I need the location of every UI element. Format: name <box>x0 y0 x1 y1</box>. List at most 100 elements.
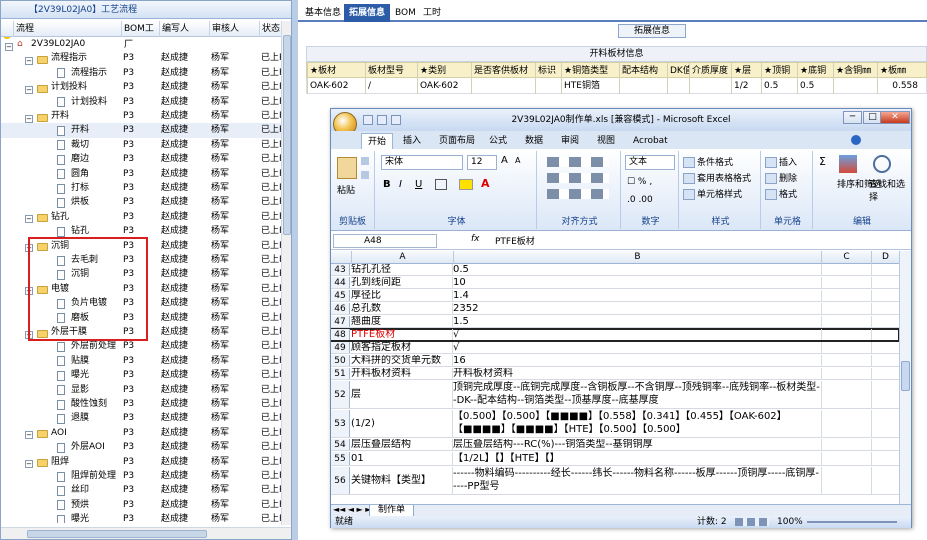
cell-a[interactable]: 孔到线间距 <box>351 277 451 289</box>
tree-row[interactable]: 流程指示 P3 赵成捷 杨军 已上R <box>1 66 282 80</box>
scroll-thumb[interactable] <box>27 530 207 538</box>
cell-a[interactable]: 开料板材资料 <box>351 368 451 380</box>
redo-icon[interactable] <box>391 115 401 125</box>
tree-row[interactable]: −钻孔P3赵成捷杨军已上R <box>1 210 282 224</box>
find-select-button[interactable]: 查找和选择 <box>869 177 909 203</box>
tree-row[interactable]: −AOIP3赵成捷杨军已上R <box>1 426 282 440</box>
ribbon-tab-data[interactable]: 数据 <box>519 133 549 149</box>
scroll-thumb[interactable] <box>283 35 291 235</box>
grid-header-cell[interactable]: ★铜箔类型 <box>561 63 619 79</box>
row-number[interactable]: 50 <box>331 355 350 366</box>
help-icon[interactable] <box>851 135 861 145</box>
minimize-button[interactable]: ─ <box>843 111 862 124</box>
tree-row[interactable]: 退膜 P3 赵成捷 杨军 已上R <box>1 411 282 425</box>
col-status[interactable]: 状态 <box>259 21 282 37</box>
row-number[interactable]: 43 <box>331 264 350 275</box>
cell-a[interactable]: PTFE板材 <box>351 329 451 341</box>
grid-cell[interactable]: 0.5 <box>761 78 797 94</box>
cell-a[interactable]: 总孔数 <box>351 303 451 315</box>
row-number[interactable]: 47 <box>331 316 350 327</box>
tree-row[interactable]: 外层AOI P3 赵成捷 杨军 已上R <box>1 440 282 454</box>
font-size-select[interactable]: 12 <box>467 155 497 170</box>
grid-cell[interactable]: HTE铜箔 <box>561 78 619 94</box>
tab-extended-info[interactable]: 拓展信息 <box>344 4 391 22</box>
tree-row[interactable]: 贴膜 P3 赵成捷 杨军 已上R <box>1 354 282 368</box>
cell-b[interactable]: √ <box>453 329 821 341</box>
italic-icon[interactable]: I <box>399 179 402 190</box>
col-author[interactable]: 编写人 <box>159 21 209 37</box>
row-number[interactable]: 54 <box>331 439 350 450</box>
paste-icon[interactable] <box>337 157 357 179</box>
cell-a[interactable]: 关键物料【类型】 <box>351 467 451 495</box>
sheet-row[interactable]: 56 关键物料【类型】 ------物料编码----------经长------纬长… <box>331 467 899 495</box>
sheet-row[interactable]: 52 层顶铜完成厚度--底铜完成厚度--含铜板厚--不含铜厚--顶残铜率--底残铜… <box>331 381 899 409</box>
col-reviewer[interactable]: 审核人 <box>209 21 259 37</box>
tree-row[interactable]: −计划投料P3赵成捷杨军已上R <box>1 80 282 94</box>
align-left-icon[interactable] <box>547 173 609 183</box>
tree-row[interactable]: 阻焊前处理 P3 赵成捷 杨军 已上R <box>1 469 282 483</box>
sheet-row[interactable]: 45 厚径比 1.4 <box>331 290 899 302</box>
sheet-row[interactable]: 46 总孔数 2352 <box>331 303 899 315</box>
column-header-d[interactable]: D <box>871 251 899 264</box>
font-name-select[interactable]: 宋体 <box>381 155 463 170</box>
ribbon-tab-review[interactable]: 审阅 <box>555 133 585 149</box>
grid-header-cell[interactable]: ★板材 <box>307 63 365 79</box>
col-bom[interactable]: BOM工厂 <box>121 21 159 50</box>
tree-horizontal-scrollbar[interactable] <box>1 527 291 539</box>
ribbon-tab-page-layout[interactable]: 页面布局 <box>433 133 481 149</box>
find-icon[interactable] <box>873 155 891 173</box>
tree-row[interactable]: 计划投料 P3 赵成捷 杨军 已上R <box>1 95 282 109</box>
cell-a[interactable]: 大料拼的交货单元数 <box>351 355 451 367</box>
sheet-grid[interactable]: 43 钻孔孔径 0.5 44 孔到线间距 10 45 厚径比 1.4 46 总孔数 2352 47 翘曲度… <box>331 264 899 504</box>
cell-a[interactable]: 顾客指定板材 <box>351 342 451 354</box>
ribbon-tab-view[interactable]: 视图 <box>591 133 621 149</box>
conditional-format-button[interactable]: 条件格式 <box>683 155 733 168</box>
cell-a[interactable]: 01 <box>351 452 451 466</box>
autosum-icon[interactable]: Σ <box>819 155 826 168</box>
grid-cell[interactable] <box>619 78 667 94</box>
tree-row[interactable]: −流程指示P3赵成捷杨军已上R <box>1 51 282 65</box>
grid-header-cell[interactable]: ★板㎜ <box>877 63 918 79</box>
cell-style-button[interactable]: 单元格样式 <box>683 187 742 200</box>
tree-row[interactable]: 预烘 P3 赵成捷 杨军 已上R <box>1 498 282 512</box>
grid-cell[interactable] <box>471 78 535 94</box>
row-number[interactable]: 44 <box>331 277 350 288</box>
row-number[interactable]: 53 <box>331 410 350 437</box>
grid-header-cell[interactable]: 是否客供板材 <box>471 63 535 79</box>
row-number[interactable]: 48 <box>331 329 350 340</box>
cell-b[interactable]: 2352 <box>453 303 821 315</box>
table-format-button[interactable]: 套用表格格式 <box>683 171 751 184</box>
cell-b[interactable]: 1.5 <box>453 316 821 328</box>
tree-vertical-scrollbar[interactable] <box>281 21 291 525</box>
ribbon-tab-formulas[interactable]: 公式 <box>483 133 513 149</box>
sheet-row[interactable]: 48 PTFE板材 √ <box>331 328 899 342</box>
tree-row[interactable]: 圆角 P3 赵成捷 杨军 已上R <box>1 167 282 181</box>
paste-button[interactable]: 粘贴 <box>337 183 355 196</box>
sheet-row[interactable]: 44 孔到线间距 10 <box>331 277 899 289</box>
tree-row[interactable]: 丝印 P3 赵成捷 杨军 已上R <box>1 483 282 497</box>
grid-cell[interactable]: / <box>365 78 417 94</box>
grid-cell[interactable] <box>667 78 689 94</box>
cell-a[interactable]: 层 <box>351 381 451 409</box>
row-number[interactable]: 45 <box>331 290 350 301</box>
tree-row[interactable]: 显影 P3 赵成捷 杨军 已上R <box>1 383 282 397</box>
column-header-c[interactable]: C <box>821 251 871 264</box>
cell-b[interactable]: 开料板材资料 <box>453 368 821 380</box>
delete-cells-button[interactable]: 删除 <box>765 171 797 184</box>
cell-b[interactable]: 16 <box>453 355 821 367</box>
cell-b[interactable]: 【0.500】【0.500】【■■■■】【0.558】【0.341】【0.455… <box>453 410 821 436</box>
grid-header-cell[interactable]: ★底铜 <box>797 63 833 79</box>
tree-row[interactable]: 烘板 P3 赵成捷 杨军 已上R <box>1 195 282 209</box>
grid-cell[interactable]: 1/2 <box>731 78 761 94</box>
grid-cell[interactable]: OAK-602 <box>307 78 365 94</box>
format-cells-button[interactable]: 格式 <box>765 187 797 200</box>
cell-b[interactable]: 10 <box>453 277 821 289</box>
percent-icon[interactable]: ☐ % , <box>627 177 652 187</box>
col-process[interactable]: 流程 <box>13 21 121 37</box>
cell-b[interactable]: 顶铜完成厚度--底铜完成厚度--含铜板厚--不含铜厚--顶残铜率--底残铜率--… <box>453 381 821 407</box>
row-number[interactable]: 51 <box>331 368 350 379</box>
cut-icon[interactable] <box>361 157 369 165</box>
row-number[interactable]: 46 <box>331 303 350 314</box>
fx-icon[interactable]: fx <box>471 234 480 244</box>
row-number[interactable]: 49 <box>331 342 350 353</box>
